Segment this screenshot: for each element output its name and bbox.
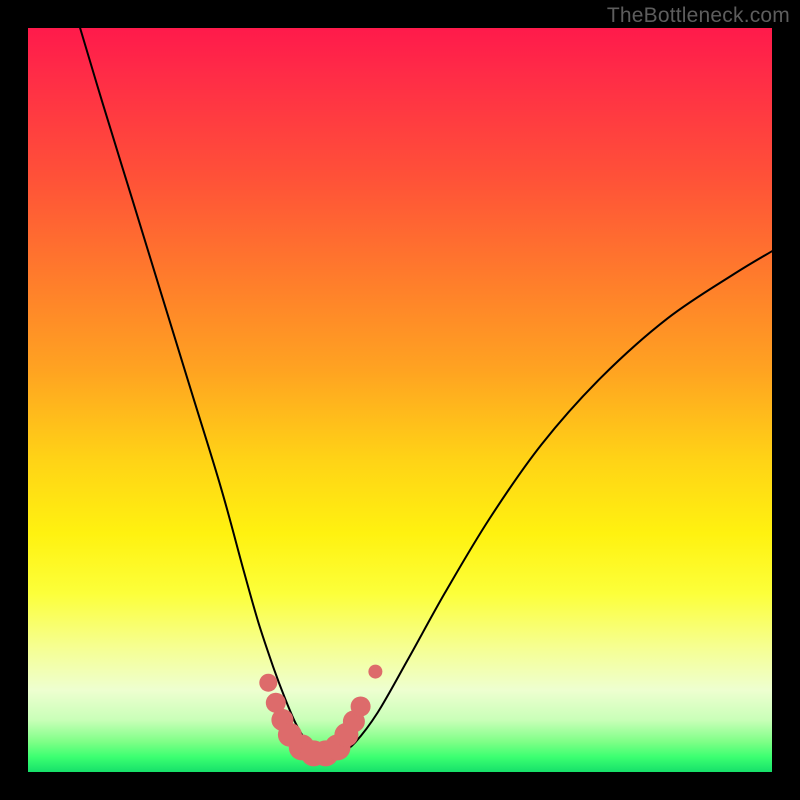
chart-frame: TheBottleneck.com — [0, 0, 800, 800]
curve-svg — [28, 28, 772, 772]
plot-area — [28, 28, 772, 772]
marker-dot — [351, 697, 371, 717]
marker-dot — [259, 674, 277, 692]
watermark-text: TheBottleneck.com — [607, 4, 790, 28]
bottleneck-curve — [80, 28, 772, 757]
marker-dot — [368, 665, 382, 679]
